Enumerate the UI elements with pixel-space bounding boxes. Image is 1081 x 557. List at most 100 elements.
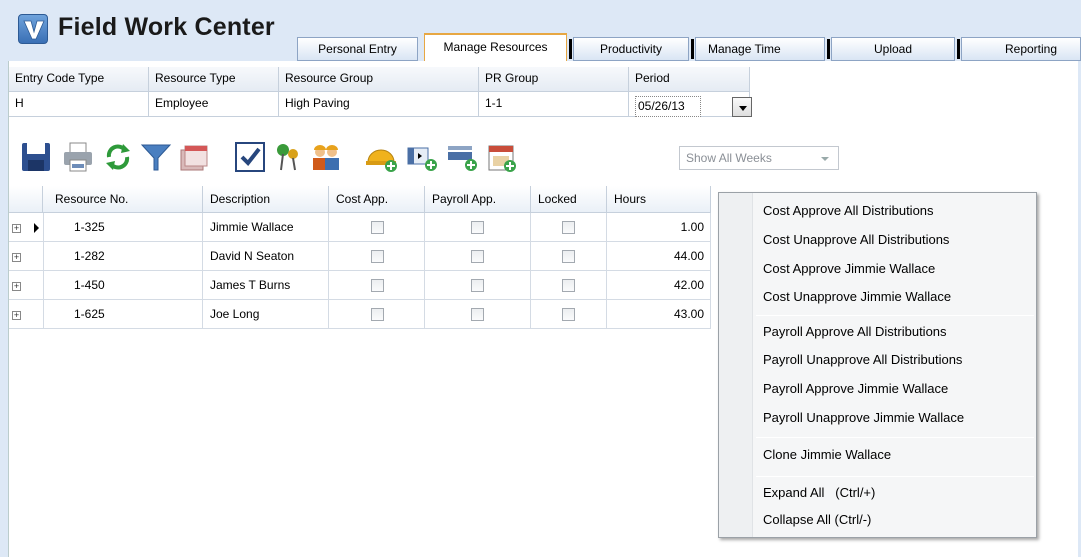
table-header-cost-app[interactable]: Cost App. — [329, 186, 425, 213]
cost-app-checkbox[interactable] — [371, 308, 384, 321]
table-row[interactable]: + 1-450 James T Burns 42.00 — [9, 271, 711, 300]
app-title: Field Work Center — [58, 13, 275, 41]
description-cell[interactable]: Joe Long — [203, 300, 329, 329]
menu-item-cost-unapprove-all[interactable]: Cost Unapprove All Distributions — [763, 226, 949, 254]
payroll-app-checkbox[interactable] — [471, 308, 484, 321]
print-icon[interactable] — [61, 140, 95, 174]
table-row[interactable]: + 1-325 Jimmie Wallace 1.00 — [9, 213, 711, 242]
filter-header-entry-code-type: Entry Code Type — [9, 67, 149, 92]
payroll-app-cell — [425, 242, 531, 271]
hours-cell[interactable]: 43.00 — [607, 300, 711, 329]
menu-item-payroll-approve-resource[interactable]: Payroll Approve Jimmie Wallace — [763, 375, 948, 403]
payroll-app-checkbox[interactable] — [471, 221, 484, 234]
locked-checkbox[interactable] — [562, 221, 575, 234]
filter-header-period: Period — [629, 67, 750, 92]
save-icon[interactable] — [19, 140, 53, 174]
menu-item-cost-unapprove-resource[interactable]: Cost Unapprove Jimmie Wallace — [763, 283, 951, 311]
tab-productivity[interactable]: Productivity — [573, 37, 689, 61]
pushpin-icon[interactable] — [271, 140, 305, 174]
cost-app-checkbox[interactable] — [371, 250, 384, 263]
menu-separator — [756, 437, 1034, 438]
cost-app-cell — [329, 242, 425, 271]
period-input[interactable]: 05/26/13 — [635, 96, 701, 117]
expand-icon[interactable]: + — [12, 253, 21, 262]
table-header-description[interactable]: Description — [203, 186, 329, 213]
locked-cell — [531, 242, 607, 271]
payroll-app-cell — [425, 213, 531, 242]
table-row[interactable]: + 1-282 David N Seaton 44.00 — [9, 242, 711, 271]
payroll-app-checkbox[interactable] — [471, 250, 484, 263]
hours-cell[interactable]: 1.00 — [607, 213, 711, 242]
resource-no-cell[interactable]: 1-450 — [43, 271, 203, 300]
entry-code-type-field[interactable]: H — [9, 92, 149, 117]
refresh-icon[interactable] — [101, 140, 135, 174]
tab-reporting[interactable]: Reporting — [961, 37, 1081, 61]
table-header-payroll-app[interactable]: Payroll App. — [425, 186, 531, 213]
cost-app-checkbox[interactable] — [371, 221, 384, 234]
table-header-hours[interactable]: Hours — [607, 186, 711, 213]
workers-icon[interactable] — [309, 140, 343, 174]
row-header: + — [9, 213, 43, 242]
resource-no-cell[interactable]: 1-325 — [43, 213, 203, 242]
tab-upload[interactable]: Upload — [831, 37, 955, 61]
tab-personal-entry[interactable]: Personal Entry — [297, 37, 418, 61]
cost-app-cell — [329, 271, 425, 300]
expand-icon[interactable]: + — [12, 311, 21, 320]
description-cell[interactable]: Jimmie Wallace — [203, 213, 329, 242]
filter-header-resource-type: Resource Type — [149, 67, 279, 92]
hours-cell[interactable]: 42.00 — [607, 271, 711, 300]
table-header-locked[interactable]: Locked — [531, 186, 607, 213]
hours-cell[interactable]: 44.00 — [607, 242, 711, 271]
pr-group-field[interactable]: 1-1 — [479, 92, 629, 117]
row-header: + — [9, 271, 43, 300]
resource-group-field[interactable]: High Paving — [279, 92, 479, 117]
table-header-expander — [9, 186, 43, 213]
tab-separator — [827, 39, 830, 59]
menu-separator — [756, 315, 1034, 316]
menu-item-payroll-unapprove-all[interactable]: Payroll Unapprove All Distributions — [763, 346, 962, 374]
resource-type-field[interactable]: Employee — [149, 92, 279, 117]
row-selector-arrow-icon — [34, 223, 39, 233]
add-hardhat-icon[interactable] — [365, 140, 399, 174]
expand-icon[interactable]: + — [12, 224, 21, 233]
tab-separator — [957, 39, 960, 59]
menu-item-cost-approve-all[interactable]: Cost Approve All Distributions — [763, 197, 934, 225]
resource-no-cell[interactable]: 1-282 — [43, 242, 203, 271]
period-dropdown-button[interactable] — [732, 97, 752, 117]
filter-header-pr-group: PR Group — [479, 67, 629, 92]
description-cell[interactable]: David N Seaton — [203, 242, 329, 271]
locked-checkbox[interactable] — [562, 279, 575, 292]
description-cell[interactable]: James T Burns — [203, 271, 329, 300]
menu-item-clone-resource[interactable]: Clone Jimmie Wallace — [763, 441, 891, 469]
tab-separator — [569, 39, 572, 59]
resource-no-cell[interactable]: 1-625 — [43, 300, 203, 329]
weeks-select[interactable]: Show All Weeks — [679, 146, 839, 170]
locked-checkbox[interactable] — [562, 250, 575, 263]
v-logo-icon — [23, 20, 45, 40]
expand-icon[interactable]: + — [12, 282, 21, 291]
filter-icon[interactable] — [139, 140, 173, 174]
menu-icon-gutter — [719, 193, 753, 537]
calendar-pages-icon[interactable] — [177, 140, 211, 174]
menu-item-expand-all[interactable]: Expand All (Ctrl/+) — [763, 479, 875, 507]
add-column-icon[interactable] — [405, 140, 439, 174]
cost-app-checkbox[interactable] — [371, 279, 384, 292]
calendar-add-icon[interactable] — [485, 140, 519, 174]
menu-item-cost-approve-resource[interactable]: Cost Approve Jimmie Wallace — [763, 255, 935, 283]
tab-separator — [691, 39, 694, 59]
tab-manage-time[interactable]: Manage Time — [695, 37, 825, 61]
menu-item-payroll-unapprove-resource[interactable]: Payroll Unapprove Jimmie Wallace — [763, 404, 964, 432]
payroll-app-checkbox[interactable] — [471, 279, 484, 292]
toolbar: Show All Weeks — [9, 133, 859, 183]
table-row[interactable]: + 1-625 Joe Long 43.00 — [9, 300, 711, 329]
table-header-resource-no[interactable]: Resource No. — [43, 186, 203, 213]
locked-cell — [531, 271, 607, 300]
menu-item-payroll-approve-all[interactable]: Payroll Approve All Distributions — [763, 318, 947, 346]
locked-checkbox[interactable] — [562, 308, 575, 321]
cost-app-cell — [329, 300, 425, 329]
add-row-icon[interactable] — [445, 140, 479, 174]
menu-item-collapse-all[interactable]: Collapse All (Ctrl/-) — [763, 506, 871, 534]
tab-manage-resources[interactable]: Manage Resources — [424, 33, 567, 62]
checkbox-icon[interactable] — [233, 140, 267, 174]
locked-cell — [531, 213, 607, 242]
